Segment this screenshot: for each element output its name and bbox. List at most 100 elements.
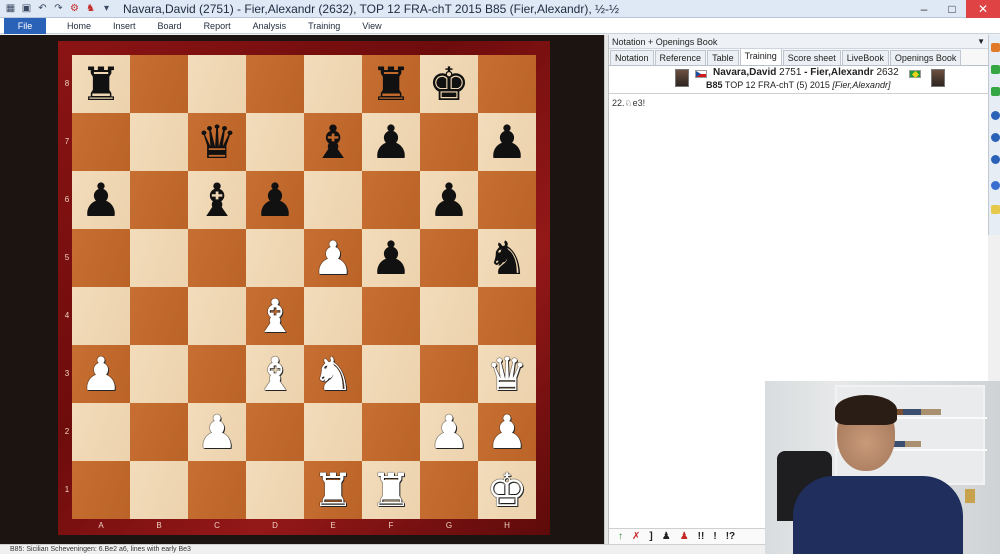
tab-table[interactable]: Table — [707, 50, 739, 65]
square-h5[interactable]: ♞ — [478, 229, 536, 287]
black-pawn-icon[interactable]: ♟ — [370, 235, 411, 281]
square-c5[interactable] — [188, 229, 246, 287]
square-h7[interactable]: ♟ — [478, 113, 536, 171]
black-pawn-icon[interactable]: ♟ — [428, 177, 469, 223]
square-a8[interactable]: ♜ — [72, 55, 130, 113]
note-icon[interactable] — [991, 205, 1000, 214]
bracket-button[interactable]: ] — [649, 531, 652, 542]
chess-board[interactable]: ♜ ♜ ♚ ♛ ♝ ♟ ♟ ♟ ♝ ♟ ♟ ♟ ♟ ♞ ♝ ♟ ♝ ♞ ♛ ♟ ♟ ♟ ♜ ♜ ♚ — [72, 55, 536, 519]
white-rook-icon[interactable]: ♜ — [370, 467, 411, 513]
white-knight-icon[interactable]: ♞ — [312, 351, 353, 397]
square-e5[interactable]: ♟ — [304, 229, 362, 287]
red-pawn-button[interactable]: ♟ — [680, 531, 689, 542]
blue-circle-icon-3[interactable] — [991, 155, 1000, 164]
black-bishop-icon[interactable]: ♝ — [196, 177, 237, 223]
tab-report[interactable]: Report — [193, 18, 242, 34]
white-bishop-icon[interactable]: ♝ — [254, 351, 295, 397]
square-f7[interactable]: ♟ — [362, 113, 420, 171]
square-b4[interactable] — [130, 287, 188, 345]
black-rook-icon[interactable]: ♜ — [370, 61, 411, 107]
redo-icon[interactable]: ↷ — [52, 2, 65, 15]
square-f8[interactable]: ♜ — [362, 55, 420, 113]
square-b3[interactable] — [130, 345, 188, 403]
white-king-icon[interactable]: ♚ — [486, 467, 527, 513]
green-square-icon[interactable] — [991, 65, 1000, 74]
square-g1[interactable] — [420, 461, 478, 519]
black-pawn-icon[interactable]: ♟ — [486, 119, 527, 165]
tab-livebook[interactable]: LiveBook — [841, 50, 889, 65]
square-a4[interactable] — [72, 287, 130, 345]
square-b2[interactable] — [130, 403, 188, 461]
blue-circle-icon[interactable] — [991, 111, 1000, 120]
square-a3[interactable]: ♟ — [72, 345, 130, 403]
black-pawn-icon[interactable]: ♟ — [254, 177, 295, 223]
square-g3[interactable] — [420, 345, 478, 403]
tab-notation[interactable]: Notation — [610, 50, 654, 65]
black-knight-icon[interactable]: ♞ — [486, 235, 527, 281]
square-e4[interactable] — [304, 287, 362, 345]
black-queen-icon[interactable]: ♛ — [196, 119, 237, 165]
square-d7[interactable] — [246, 113, 304, 171]
delete-variation-button[interactable]: ✗ — [632, 531, 640, 542]
globe-icon[interactable] — [991, 181, 1000, 190]
square-c2[interactable]: ♟ — [188, 403, 246, 461]
square-d5[interactable] — [246, 229, 304, 287]
square-e7[interactable]: ♝ — [304, 113, 362, 171]
green-square-icon-2[interactable] — [991, 87, 1000, 96]
white-pawn-icon[interactable]: ♟ — [196, 409, 237, 455]
square-f3[interactable] — [362, 345, 420, 403]
blue-circle-icon-2[interactable] — [991, 133, 1000, 142]
close-button[interactable]: ✕ — [966, 0, 1000, 18]
tab-reference[interactable]: Reference — [654, 50, 707, 65]
square-d6[interactable]: ♟ — [246, 171, 304, 229]
piece-icon[interactable]: ♞ — [84, 2, 97, 15]
square-e3[interactable]: ♞ — [304, 345, 362, 403]
tab-openings-book[interactable]: Openings Book — [889, 50, 962, 65]
square-g2[interactable]: ♟ — [420, 403, 478, 461]
promote-variation-button[interactable]: ↑ — [618, 531, 623, 542]
square-d4[interactable]: ♝ — [246, 287, 304, 345]
square-e6[interactable] — [304, 171, 362, 229]
square-b1[interactable] — [130, 461, 188, 519]
tab-home[interactable]: Home — [56, 18, 102, 34]
square-a2[interactable] — [72, 403, 130, 461]
tab-analysis[interactable]: Analysis — [242, 18, 298, 34]
square-d8[interactable] — [246, 55, 304, 113]
square-f2[interactable] — [362, 403, 420, 461]
square-b6[interactable] — [130, 171, 188, 229]
square-c4[interactable] — [188, 287, 246, 345]
square-h8[interactable] — [478, 55, 536, 113]
square-f4[interactable] — [362, 287, 420, 345]
dropdown-icon[interactable]: ▾ — [100, 2, 113, 15]
white-rook-icon[interactable]: ♜ — [312, 467, 353, 513]
minimize-button[interactable]: – — [910, 0, 938, 18]
square-c1[interactable] — [188, 461, 246, 519]
square-b5[interactable] — [130, 229, 188, 287]
app-logo-icon[interactable]: ▦ — [4, 2, 17, 15]
square-f1[interactable]: ♜ — [362, 461, 420, 519]
square-c3[interactable] — [188, 345, 246, 403]
tab-score-sheet[interactable]: Score sheet — [782, 50, 841, 65]
tab-file[interactable]: File — [4, 17, 46, 34]
square-d2[interactable] — [246, 403, 304, 461]
square-a7[interactable] — [72, 113, 130, 171]
square-e2[interactable] — [304, 403, 362, 461]
white-pawn-icon[interactable]: ♟ — [80, 351, 121, 397]
tab-view[interactable]: View — [351, 18, 392, 34]
white-queen-icon[interactable]: ♛ — [486, 351, 527, 397]
square-d3[interactable]: ♝ — [246, 345, 304, 403]
square-h4[interactable] — [478, 287, 536, 345]
square-h3[interactable]: ♛ — [478, 345, 536, 403]
tab-training-panel[interactable]: Training — [739, 48, 782, 65]
black-pawn-icon[interactable]: ♟ — [370, 119, 411, 165]
maximize-button[interactable]: □ — [938, 0, 966, 18]
tab-board[interactable]: Board — [147, 18, 193, 34]
white-pawn-icon[interactable]: ♟ — [486, 409, 527, 455]
square-e8[interactable] — [304, 55, 362, 113]
white-bishop-icon[interactable]: ♝ — [254, 293, 295, 339]
black-pawn-icon[interactable]: ♟ — [80, 177, 121, 223]
interesting-move-button[interactable]: !? — [726, 531, 735, 542]
brilliant-move-button[interactable]: !! — [698, 531, 705, 542]
square-c8[interactable] — [188, 55, 246, 113]
square-g7[interactable] — [420, 113, 478, 171]
